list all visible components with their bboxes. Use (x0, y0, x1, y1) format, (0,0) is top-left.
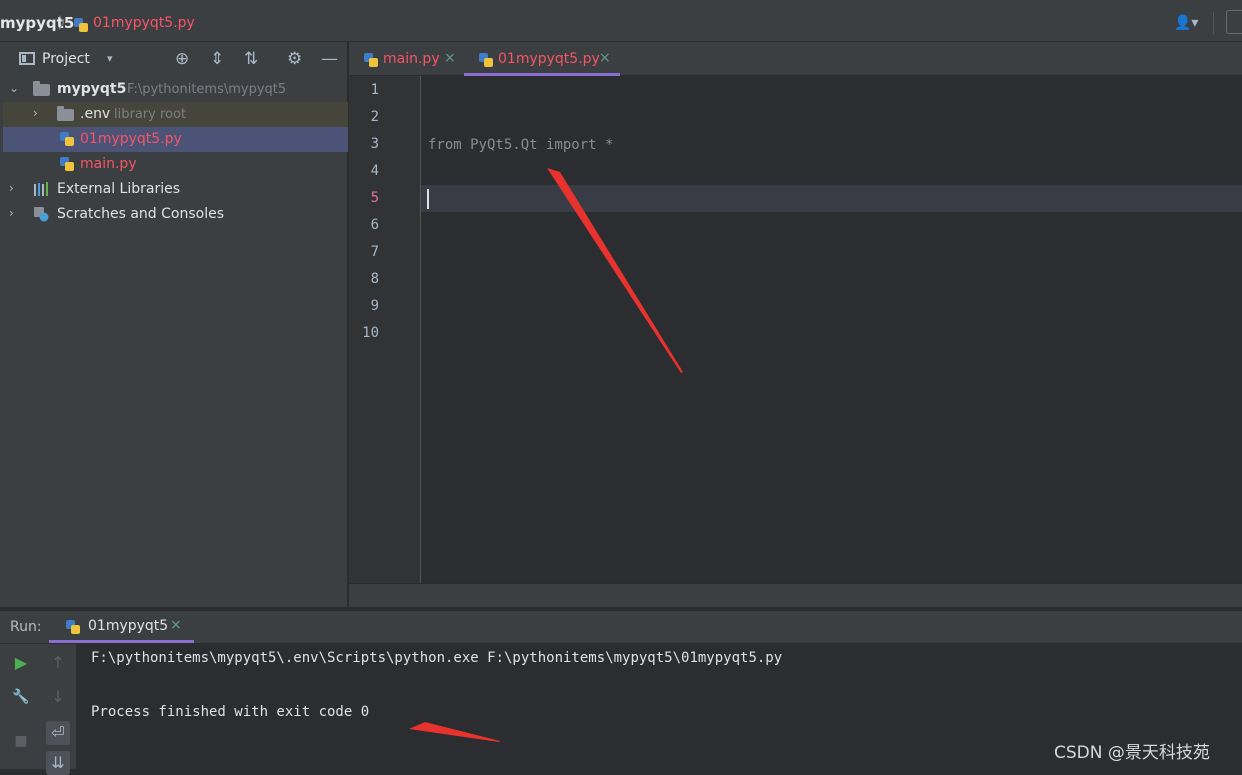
breadcrumb-file[interactable]: 01mypyqt5.py (93, 15, 195, 31)
tree-item-external-libraries[interactable]: › External Libraries (3, 177, 348, 202)
run-tab[interactable]: 01mypyqt5 × (49, 611, 194, 643)
tree-item-main[interactable]: main.py (3, 152, 348, 177)
python-file-icon (479, 53, 493, 67)
line-number: 7 (370, 244, 379, 260)
current-line-highlight (421, 185, 1242, 212)
console-line: F:\pythonitems\mypyqt5\.env\Scripts\pyth… (91, 650, 783, 666)
line-number-gutter: 1 2 3 4 5 6 7 8 9 10 (349, 76, 421, 583)
stop-icon[interactable]: ■ (9, 729, 33, 753)
tree-item-label: Scratches and Consoles (57, 206, 224, 222)
horizontal-scrollbar[interactable] (349, 583, 1242, 607)
navigation-bar: mypyqt5 〉 01mypyqt5.py 👤▾ (0, 0, 1242, 42)
python-file-icon (364, 53, 378, 67)
run-label: Run: (10, 619, 42, 635)
line-number: 1 (370, 82, 379, 98)
tree-item-label: .env (80, 106, 111, 122)
line-number: 3 (370, 136, 379, 152)
tab-01mypyqt5-py[interactable]: 01mypyqt5.py × (464, 42, 620, 76)
user-icon[interactable]: 👤▾ (1174, 15, 1198, 31)
line-number: 10 (362, 325, 379, 341)
tab-main-py[interactable]: main.py × (357, 42, 467, 76)
line-number: 8 (370, 271, 379, 287)
tree-item-env[interactable]: › .env library root (3, 102, 348, 127)
tree-item-label: External Libraries (57, 181, 180, 197)
console-line: Process finished with exit code 0 (91, 704, 370, 720)
line-number-current: 5 (370, 190, 379, 206)
line-number: 2 (370, 109, 379, 125)
project-panel: Project ▾ ⊕ ⇕ ⇅ ⚙ — ⌄ mypyqt5 F:\pythoni… (0, 42, 348, 607)
tree-item-label: main.py (80, 156, 137, 172)
tree-item-path: F:\pythonitems\mypyqt5 (127, 82, 287, 97)
folder-icon (33, 81, 50, 96)
project-view-icon (19, 52, 35, 65)
python-icon (66, 620, 80, 634)
breadcrumb-separator: 〉 (58, 14, 74, 32)
tree-item-label: 01mypyqt5.py (80, 131, 182, 147)
run-toolwindow-header: Run: 01mypyqt5 × (0, 610, 1242, 644)
run-tab-label: 01mypyqt5 (88, 618, 169, 634)
toolbar-divider (1213, 12, 1214, 34)
project-title[interactable]: Project (42, 51, 90, 67)
chevron-right-icon[interactable]: › (33, 106, 38, 120)
folder-icon (57, 106, 74, 121)
rerun-icon[interactable]: ▶ (9, 651, 33, 675)
project-toolbar: Project ▾ ⊕ ⇕ ⇅ ⚙ — (0, 42, 348, 76)
text-caret (427, 189, 429, 209)
line-number: 6 (370, 217, 379, 233)
soft-wrap-icon[interactable]: ⏎ (46, 721, 70, 745)
tree-item-root[interactable]: ⌄ mypyqt5 F:\pythonitems\mypyqt5 (3, 77, 348, 102)
up-arrow-icon[interactable]: ↑ (46, 651, 70, 675)
chevron-right-icon[interactable]: › (9, 206, 14, 220)
python-file-icon (74, 18, 88, 32)
editor-tabs: main.py × 01mypyqt5.py × (349, 42, 1242, 76)
close-icon[interactable]: × (444, 50, 456, 66)
wrench-icon[interactable]: 🔧 (9, 685, 33, 709)
code-editor[interactable]: 1 2 3 4 5 6 7 8 9 10 from PyQt5.Qt impor… (349, 76, 1242, 583)
chevron-down-icon[interactable]: ⌄ (9, 81, 19, 95)
scratches-icon (34, 207, 49, 222)
line-number: 4 (370, 163, 379, 179)
down-arrow-icon[interactable]: ↓ (46, 685, 70, 709)
hide-icon[interactable]: — (321, 49, 338, 69)
watermark: CSDN @景天科技苑 (1054, 743, 1210, 763)
run-toolbar: ▶ ↑ 🔧 ↓ ■ ⏎ ⇊ (0, 644, 76, 775)
chevron-right-icon[interactable]: › (9, 181, 14, 195)
code-line[interactable]: from PyQt5.Qt import * (428, 137, 613, 153)
tree-item-01mypyqt5[interactable]: 01mypyqt5.py (3, 127, 348, 152)
close-icon[interactable]: × (599, 50, 611, 66)
chevron-down-icon[interactable]: ▾ (107, 52, 113, 65)
tab-label: 01mypyqt5.py (498, 51, 600, 67)
close-icon[interactable]: × (170, 617, 182, 633)
library-icon (34, 182, 48, 196)
toolbar-button[interactable] (1226, 10, 1242, 34)
line-number: 9 (370, 298, 379, 314)
python-file-icon (60, 157, 74, 171)
gear-icon[interactable]: ⚙ (287, 49, 302, 69)
python-file-icon (60, 132, 74, 146)
tree-item-note: library root (114, 107, 187, 122)
collapse-all-icon[interactable]: ⇅ (244, 49, 258, 69)
locate-icon[interactable]: ⊕ (175, 49, 189, 69)
expand-all-icon[interactable]: ⇕ (210, 49, 224, 69)
scroll-to-end-icon[interactable]: ⇊ (46, 751, 70, 775)
tab-label: main.py (383, 51, 440, 67)
tree-item-scratches[interactable]: › Scratches and Consoles (3, 202, 348, 227)
tree-item-label: mypyqt5 (57, 81, 127, 97)
